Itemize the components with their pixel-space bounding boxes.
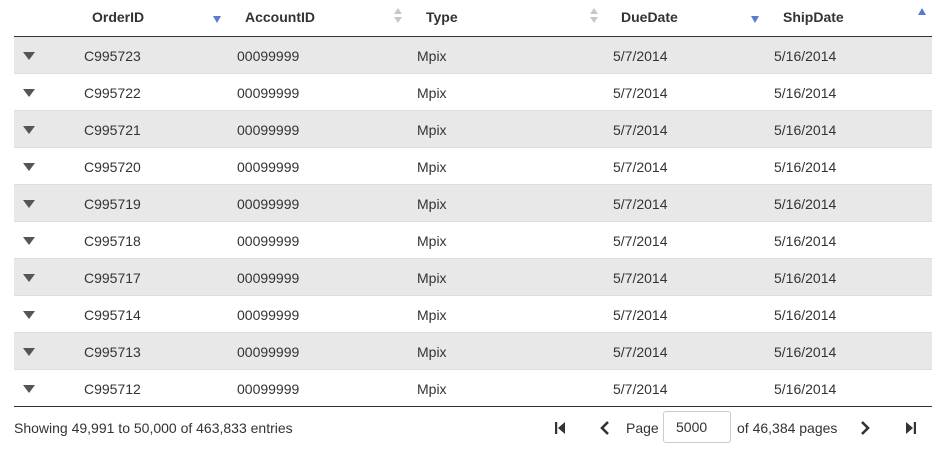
type-cell: Mpix [417,159,447,175]
due-date-cell: 5/7/2014 [613,48,668,64]
expand-row-icon[interactable] [23,274,35,282]
ship-date-cell: 5/16/2014 [774,159,837,175]
table-row[interactable]: C995714 00099999 Mpix 5/7/2014 5/16/2014 [14,296,932,333]
order-id-cell: C995718 [84,233,141,249]
due-date-cell: 5/7/2014 [613,307,668,323]
account-id-cell: 00099999 [237,196,300,212]
sort-unsorted-icon[interactable] [394,8,402,24]
total-pages-label: of 46,384 pages [737,420,838,436]
order-id-cell: C995720 [84,159,141,175]
ship-date-cell: 5/16/2014 [774,196,837,212]
expand-row-icon[interactable] [23,311,35,319]
order-id-cell: C995714 [84,307,141,323]
page-label: Page [626,420,659,436]
type-cell: Mpix [417,85,447,101]
account-id-cell: 00099999 [237,48,300,64]
sort-descending-icon[interactable] [751,16,759,23]
grid-body: C995723 00099999 Mpix 5/7/2014 5/16/2014 C995… [14,37,932,407]
table-row[interactable]: C995721 00099999 Mpix 5/7/2014 5/16/2014 [14,111,932,148]
table-row[interactable]: C995712 00099999 Mpix 5/7/2014 5/16/2014 [14,370,932,407]
type-cell: Mpix [417,381,447,397]
due-date-cell: 5/7/2014 [613,233,668,249]
column-header-due-date[interactable]: DueDate [604,0,764,36]
ship-date-cell: 5/16/2014 [774,381,837,397]
type-cell: Mpix [417,270,447,286]
type-cell: Mpix [417,48,447,64]
expand-row-icon[interactable] [23,385,35,393]
expand-row-icon[interactable] [23,52,35,60]
account-id-cell: 00099999 [237,233,300,249]
ship-date-cell: 5/16/2014 [774,233,837,249]
grid-header: OrderID AccountID Type DueDate ShipDate [14,0,932,37]
due-date-cell: 5/7/2014 [613,122,668,138]
page-number-input[interactable] [663,411,731,443]
account-id-cell: 00099999 [237,122,300,138]
column-label-due-date: DueDate [621,9,678,25]
column-header-account-id[interactable]: AccountID [230,0,406,36]
type-cell: Mpix [417,122,447,138]
expand-row-icon[interactable] [23,237,35,245]
order-id-cell: C995713 [84,344,141,360]
order-id-cell: C995722 [84,85,141,101]
sort-descending-icon[interactable] [213,16,221,23]
column-header-order-id[interactable]: OrderID [14,0,221,36]
next-page-icon[interactable] [857,420,873,436]
column-label-order-id: OrderID [92,9,145,25]
due-date-cell: 5/7/2014 [613,270,668,286]
account-id-cell: 00099999 [237,381,300,397]
ship-date-cell: 5/16/2014 [774,122,837,138]
table-row[interactable]: C995722 00099999 Mpix 5/7/2014 5/16/2014 [14,74,932,111]
sort-ascending-icon[interactable] [918,8,926,15]
orders-grid: OrderID AccountID Type DueDate ShipDate … [14,0,932,407]
previous-page-icon[interactable] [597,420,613,436]
expand-row-icon[interactable] [23,89,35,97]
due-date-cell: 5/7/2014 [613,85,668,101]
grid-bottom-divider [14,406,932,407]
order-id-cell: C995719 [84,196,141,212]
ship-date-cell: 5/16/2014 [774,344,837,360]
ship-date-cell: 5/16/2014 [774,48,837,64]
first-page-icon[interactable] [552,420,568,436]
type-cell: Mpix [417,344,447,360]
pager: Page of 46,384 pages [14,408,932,448]
account-id-cell: 00099999 [237,85,300,101]
type-cell: Mpix [417,196,447,212]
ship-date-cell: 5/16/2014 [774,270,837,286]
order-id-cell: C995717 [84,270,141,286]
account-id-cell: 00099999 [237,270,300,286]
column-label-type: Type [426,9,458,25]
table-row[interactable]: C995719 00099999 Mpix 5/7/2014 5/16/2014 [14,185,932,222]
ship-date-cell: 5/16/2014 [774,85,837,101]
column-label-ship-date: ShipDate [783,9,844,25]
table-row[interactable]: C995723 00099999 Mpix 5/7/2014 5/16/2014 [14,37,932,74]
order-id-cell: C995712 [84,381,141,397]
table-row[interactable]: C995713 00099999 Mpix 5/7/2014 5/16/2014 [14,333,932,370]
type-cell: Mpix [417,307,447,323]
due-date-cell: 5/7/2014 [613,196,668,212]
type-cell: Mpix [417,233,447,249]
last-page-icon[interactable] [903,420,919,436]
column-label-account-id: AccountID [245,9,315,25]
account-id-cell: 00099999 [237,344,300,360]
grid-footer: Showing 49,991 to 50,000 of 463,833 entr… [14,408,932,448]
ship-date-cell: 5/16/2014 [774,307,837,323]
account-id-cell: 00099999 [237,307,300,323]
due-date-cell: 5/7/2014 [613,159,668,175]
expand-row-icon[interactable] [23,126,35,134]
order-id-cell: C995721 [84,122,141,138]
expand-row-icon[interactable] [23,348,35,356]
table-row[interactable]: C995717 00099999 Mpix 5/7/2014 5/16/2014 [14,259,932,296]
due-date-cell: 5/7/2014 [613,344,668,360]
order-id-cell: C995723 [84,48,141,64]
sort-unsorted-icon[interactable] [590,8,598,24]
account-id-cell: 00099999 [237,159,300,175]
table-row[interactable]: C995720 00099999 Mpix 5/7/2014 5/16/2014 [14,148,932,185]
due-date-cell: 5/7/2014 [613,381,668,397]
expand-row-icon[interactable] [23,200,35,208]
expand-row-icon[interactable] [23,163,35,171]
column-header-ship-date[interactable]: ShipDate [770,0,932,36]
column-header-type[interactable]: Type [414,0,598,36]
table-row[interactable]: C995718 00099999 Mpix 5/7/2014 5/16/2014 [14,222,932,259]
